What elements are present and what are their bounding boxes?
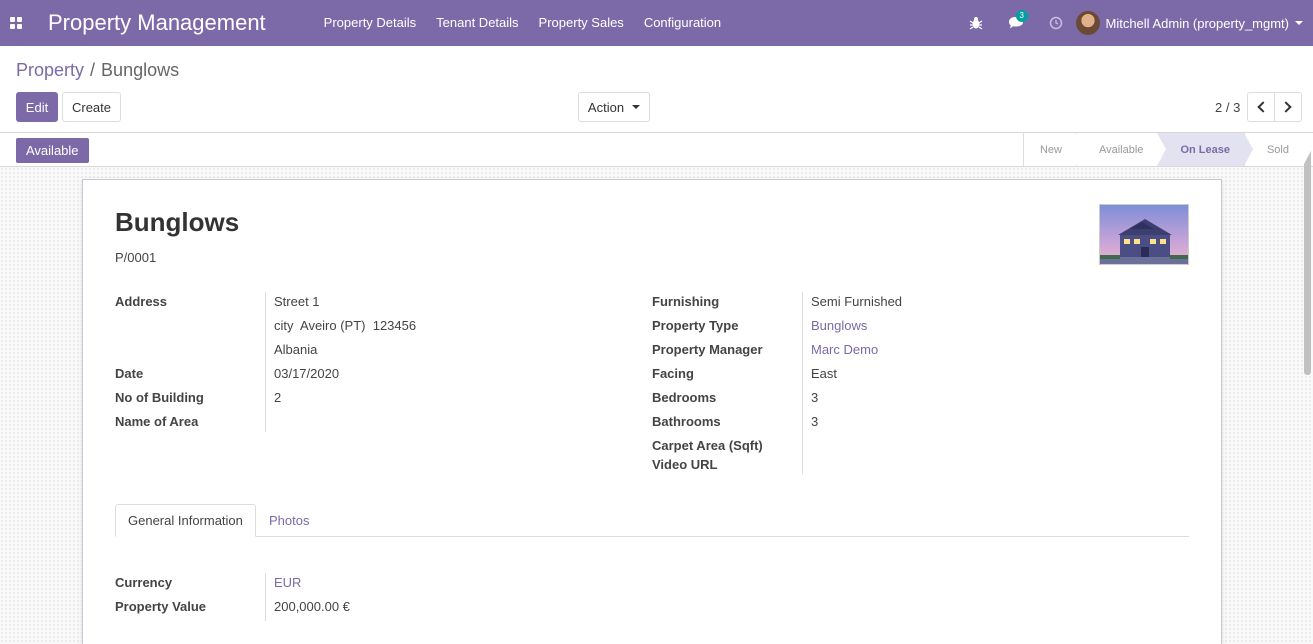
edit-button[interactable]: Edit <box>16 92 58 122</box>
bedrooms-value: 3 <box>811 390 819 405</box>
furnishing-value: Semi Furnished <box>811 294 903 309</box>
available-button[interactable]: Available <box>16 138 89 163</box>
pager-counter[interactable]: 2 / 3 <box>1215 100 1240 115</box>
user-menu[interactable]: Mitchell Admin (property_mgmt) <box>1075 11 1313 35</box>
record-reference: P/0001 <box>115 250 157 265</box>
facing-label: Facing <box>652 366 694 381</box>
carpet-area-label: Carpet Area (Sqft) <box>652 438 763 453</box>
action-dropdown-button[interactable]: Action <box>578 92 650 122</box>
furnishing-label: Furnishing <box>652 294 720 309</box>
avatar <box>1075 11 1100 35</box>
top-navbar: Property Management Property Details Ten… <box>0 0 1313 46</box>
action-label: Action <box>587 99 625 115</box>
currency-link[interactable]: EUR <box>274 575 301 590</box>
bathrooms-value: 3 <box>811 414 819 429</box>
bedrooms-label: Bedrooms <box>652 390 717 405</box>
property-manager-link[interactable]: Marc Demo <box>811 342 878 357</box>
pager-previous-button[interactable] <box>1247 92 1275 122</box>
tab-photos[interactable]: Photos <box>257 504 321 537</box>
facing-value: East <box>811 366 838 381</box>
building-value: 2 <box>274 390 282 405</box>
form-sheet <box>82 179 1222 644</box>
breadcrumb: Property / Bunglows <box>16 60 179 81</box>
stage-on-lease[interactable]: On Lease <box>1157 133 1253 166</box>
menu-configuration[interactable]: Configuration <box>634 0 731 46</box>
property-value-label: Property Value <box>115 599 207 614</box>
building-label: No of Building <box>115 390 204 405</box>
menu-tenant-details[interactable]: Tenant Details <box>426 0 528 46</box>
property-manager-label: Property Manager <box>652 342 763 357</box>
currency-label: Currency <box>115 575 173 590</box>
left-group-divider <box>265 292 266 432</box>
main-menu: Property Details Tenant Details Property… <box>314 0 731 46</box>
chevron-right-icon <box>1280 101 1292 113</box>
messages-count-badge: 3 <box>1015 10 1028 22</box>
create-button[interactable]: Create <box>62 92 121 122</box>
notebook-tabs: General Information Photos <box>115 504 1189 537</box>
activity-clock-icon[interactable] <box>1036 0 1076 46</box>
app-brand[interactable]: Property Management <box>48 10 266 36</box>
pager-next-button[interactable] <box>1274 92 1302 122</box>
breadcrumb-current: Bunglows <box>101 60 180 80</box>
general-group-divider <box>265 573 266 621</box>
bathrooms-label: Bathrooms <box>652 414 721 429</box>
date-value: 03/17/2020 <box>274 366 340 381</box>
apps-menu-icon[interactable] <box>0 0 32 46</box>
area-label: Name of Area <box>115 414 199 429</box>
property-type-link[interactable]: Bunglows <box>811 318 867 333</box>
property-value: 200,000.00 € <box>274 599 350 614</box>
street-value: Street 1 <box>274 294 320 309</box>
record-title: Bunglows <box>115 207 240 237</box>
tab-general-information[interactable]: General Information <box>115 504 256 537</box>
status-bar: Available New Available On Lease Sold <box>0 132 1313 167</box>
country-value: Albania <box>274 342 318 357</box>
city-value: city Aveiro (PT) 123456 <box>274 318 417 333</box>
scrollbar[interactable] <box>1304 147 1311 375</box>
property-type-label: Property Type <box>652 318 739 333</box>
address-label: Address <box>115 294 168 309</box>
stage-available[interactable]: Available <box>1075 133 1167 166</box>
menu-property-sales[interactable]: Property Sales <box>529 0 634 46</box>
debug-bug-icon[interactable] <box>956 0 996 46</box>
user-name: Mitchell Admin (property_mgmt) <box>1105 15 1290 31</box>
chevron-left-icon <box>1257 101 1269 113</box>
stage-new[interactable]: New <box>1022 133 1086 166</box>
systray: 3 Mitchell Admin (property_mgmt) <box>956 0 1313 46</box>
date-label: Date <box>115 366 144 381</box>
menu-property-details[interactable]: Property Details <box>314 0 426 46</box>
breadcrumb-separator: / <box>90 60 96 80</box>
right-group-divider <box>802 292 803 474</box>
property-image[interactable] <box>1099 204 1189 265</box>
messages-icon[interactable]: 3 <box>996 0 1036 46</box>
breadcrumb-parent-link[interactable]: Property <box>16 60 84 80</box>
caret-down-icon <box>632 105 641 109</box>
stage-pipeline: New Available On Lease Sold <box>1022 133 1313 166</box>
chevron-down-icon <box>1295 21 1303 25</box>
video-url-label: Video URL <box>652 457 718 472</box>
